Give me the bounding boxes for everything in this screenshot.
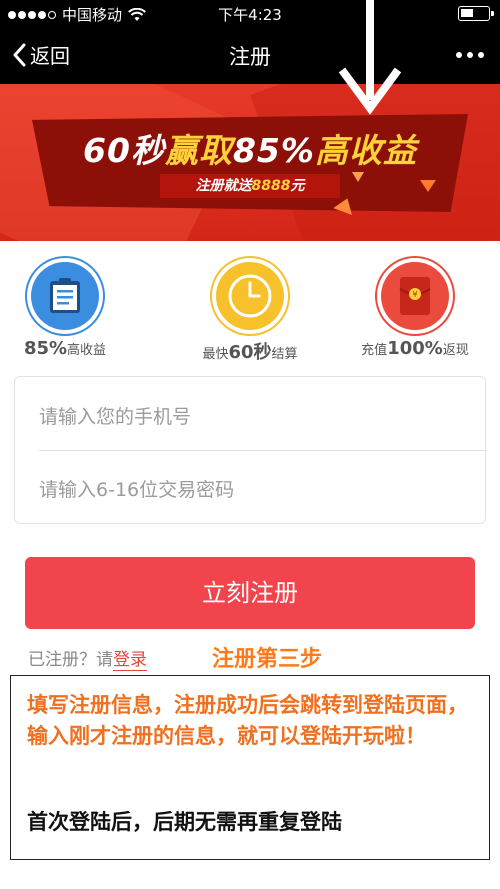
feature-prefix: 最快 <box>202 347 229 362</box>
feature-suffix: 高收益 <box>67 343 107 358</box>
banner-triangle <box>352 172 364 182</box>
feature-cashback: ¥ 充值100%返现 <box>350 262 480 362</box>
instruction-box: 填写注册信息，注册成功后会跳转到登陆页面，输入刚才注册的信息，就可以登陆开玩啦！… <box>10 675 490 860</box>
feature-number: 85% <box>23 338 68 359</box>
phone-input[interactable] <box>39 387 479 447</box>
instruction-note: 首次登陆后，后期无需再重复登陆 <box>27 810 342 834</box>
battery-icon <box>458 6 494 21</box>
nav-bar: 返回 注册 <box>0 26 500 84</box>
login-prompt-text: 已注册？请 <box>28 650 113 670</box>
feature-caption: 最快60秒结算 <box>185 338 315 364</box>
banner-subtitle-part: 元 <box>290 178 305 194</box>
banner-subtitle-part: 注册就送 <box>195 178 252 194</box>
feature-suffix: 结算 <box>271 347 298 362</box>
feature-number: 60秒 <box>228 342 272 363</box>
feature-high-yield: 85%高收益 <box>0 262 130 362</box>
banner-title-part: 高收益 <box>314 131 417 170</box>
banner-subtitle: 注册就送8888元 <box>160 174 340 198</box>
promo-banner[interactable]: 60秒赢取85%高收益 注册就送8888元 <box>0 84 500 241</box>
more-dot <box>478 52 484 58</box>
login-link[interactable]: 登录 <box>113 650 147 671</box>
svg-text:¥: ¥ <box>412 290 417 299</box>
banner-subtitle-part: 8888 <box>251 178 291 194</box>
banner-title: 60秒赢取85%高收益 <box>0 124 500 172</box>
page-title: 注册 <box>229 45 271 69</box>
clipboard-icon <box>31 262 99 330</box>
step-label: 注册第三步 <box>212 647 323 672</box>
feature-caption: 85%高收益 <box>0 338 130 359</box>
banner-triangle <box>420 180 436 192</box>
more-dot <box>456 52 462 58</box>
status-bar: 中国移动 下午4:23 <box>0 0 500 26</box>
banner-title-part: 赢取 <box>164 131 233 170</box>
register-page: 中国移动 下午4:23 返回 注册 60秒赢取85%高收益 注册就送8888元 … <box>0 0 500 889</box>
status-time: 下午4:23 <box>218 6 282 24</box>
more-dot <box>467 52 473 58</box>
form-divider <box>39 450 487 451</box>
feature-fast-settlement: 最快60秒结算 <box>185 262 315 364</box>
feature-suffix: 返现 <box>442 343 469 358</box>
red-envelope-icon: ¥ <box>381 262 449 330</box>
password-input[interactable] <box>39 460 479 520</box>
battery-level <box>461 9 473 17</box>
feature-prefix: 充值 <box>361 343 388 358</box>
feature-caption: 充值100%返现 <box>350 338 480 359</box>
banner-title-part: 60秒 <box>83 131 165 170</box>
banner-title-part: 85% <box>232 131 315 170</box>
register-button[interactable]: 立刻注册 <box>25 557 475 629</box>
down-arrow-icon <box>338 0 402 115</box>
clock-icon <box>216 262 284 330</box>
feature-number: 100% <box>387 338 443 359</box>
login-prompt: 已注册？请登录 <box>28 645 147 671</box>
register-form <box>14 376 487 524</box>
more-menu-button[interactable] <box>456 52 484 58</box>
instruction-main: 填写注册信息，注册成功后会跳转到登陆页面，输入刚才注册的信息，就可以登陆开玩啦！ <box>27 693 468 748</box>
